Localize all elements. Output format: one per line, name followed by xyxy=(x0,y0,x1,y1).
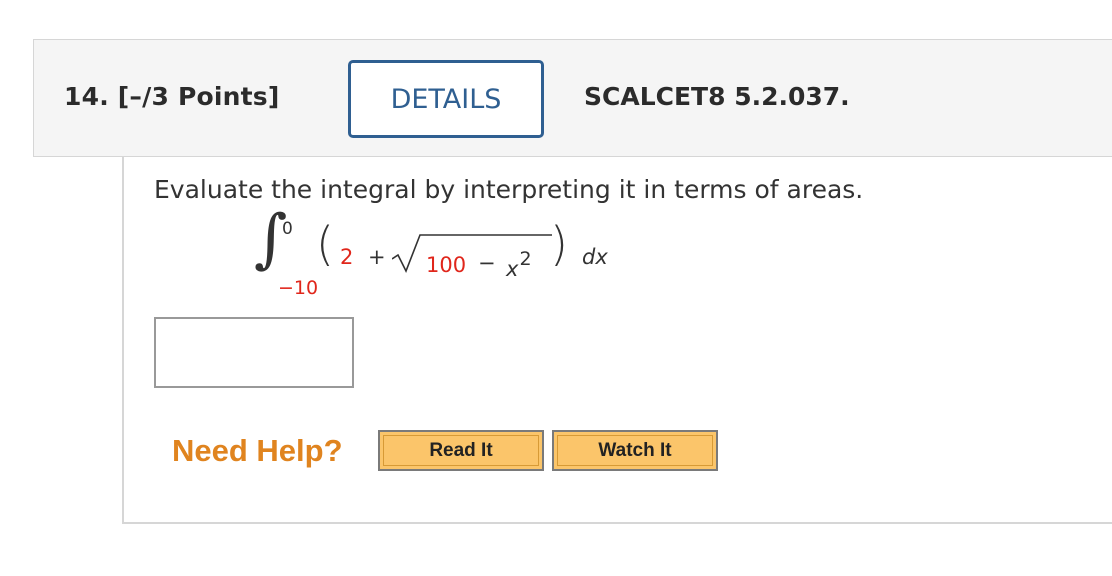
question-number: 14. [–/3 Points] xyxy=(64,82,280,111)
exponent: 2 xyxy=(519,248,532,270)
read-it-button[interactable]: Read It xyxy=(378,430,544,471)
integral-sign: ∫ xyxy=(254,202,288,276)
radicand-constant: 100 xyxy=(426,253,467,277)
watch-it-button[interactable]: Watch It xyxy=(552,430,718,471)
source-code: SCALCET8 5.2.037. xyxy=(584,82,850,111)
upper-limit: 0 xyxy=(282,219,293,239)
minus-sign: − xyxy=(478,251,496,275)
plus-sign: + xyxy=(368,245,386,269)
differential: dx xyxy=(582,245,608,269)
x-squared: x2 xyxy=(506,248,532,281)
variable: x xyxy=(506,257,519,281)
right-paren: ) xyxy=(550,217,568,271)
constant-term: 2 xyxy=(340,245,354,269)
problem-prompt: Evaluate the integral by interpreting it… xyxy=(154,175,864,204)
need-help-label: Need Help? xyxy=(172,433,343,468)
left-paren: ( xyxy=(316,217,334,271)
details-button[interactable]: DETAILS xyxy=(348,60,544,138)
lower-limit: −10 xyxy=(278,277,319,299)
integral-expression: ∫ 0 −10 ( 2 + 100 − x2 ) dx xyxy=(254,207,614,305)
question-body: Evaluate the integral by interpreting it… xyxy=(122,157,1112,524)
answer-input[interactable] xyxy=(154,317,354,388)
question-header: 14. [–/3 Points] DETAILS SCALCET8 5.2.03… xyxy=(33,39,1112,157)
